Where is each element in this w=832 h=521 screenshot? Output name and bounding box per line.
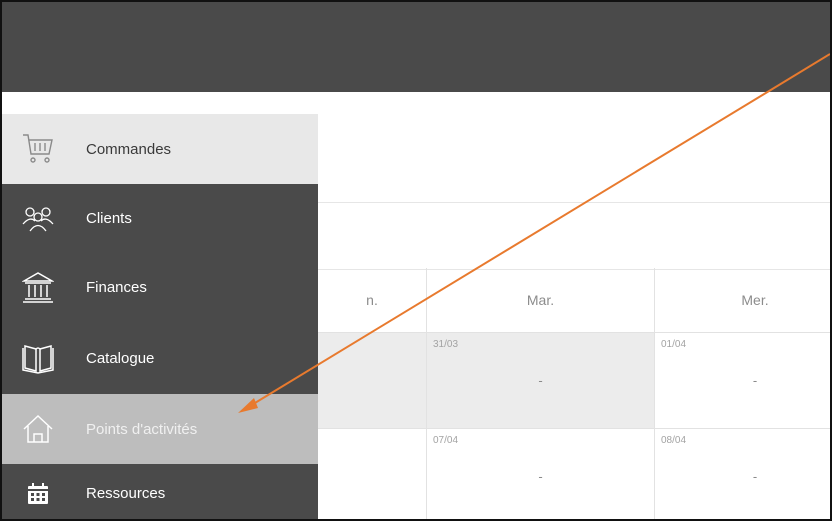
top-header-bar xyxy=(2,2,830,92)
calendar-icon xyxy=(16,476,60,512)
sidebar-item-label: Catalogue xyxy=(86,349,155,367)
sidebar-item-label: Clients xyxy=(86,209,132,227)
calendar-header-tue: Mar. xyxy=(427,268,655,333)
calendar-cell-date: 08/04 xyxy=(661,435,687,446)
calendar-cell[interactable]: 08/04 - xyxy=(655,429,830,519)
calendar-cell-date: 31/03 xyxy=(433,339,459,350)
sidebar-nav: Commandes Clients Finances Catalogue Poi… xyxy=(2,114,318,519)
calendar-cell[interactable]: 07/04 - xyxy=(427,429,655,519)
book-icon xyxy=(16,340,60,376)
calendar-cell-value: - xyxy=(752,469,758,484)
sidebar-item-ressources[interactable]: Ressources xyxy=(2,464,318,519)
calendar-header-mon: n. xyxy=(318,268,427,333)
calendar-toolbar xyxy=(318,202,830,270)
calendar-header-label: Mar. xyxy=(526,292,555,308)
calendar-cell-date: 01/04 xyxy=(661,339,687,350)
calendar-cell-value: - xyxy=(538,373,543,388)
calendar-cell-date: 07/04 xyxy=(433,435,459,446)
sidebar-item-label: Commandes xyxy=(86,140,172,158)
calendar-cell[interactable] xyxy=(318,333,427,429)
app-window: n. Mar. Mer. 31/03 - 01/04 - 07/04 - 08/… xyxy=(0,0,832,521)
calendar-cell[interactable]: 31/03 - xyxy=(427,333,655,429)
calendar-header-wed: Mer. xyxy=(655,268,830,333)
sidebar-item-finances[interactable]: Finances xyxy=(2,252,318,322)
calendar-cell[interactable]: 01/04 - xyxy=(655,333,830,429)
calendar-cell-value: - xyxy=(538,469,543,484)
sidebar-item-label: Points d'activités xyxy=(86,420,198,438)
calendar-header-label: Mer. xyxy=(741,292,769,308)
sidebar-item-clients[interactable]: Clients xyxy=(2,184,318,252)
sidebar-item-label: Ressources xyxy=(86,485,166,502)
bank-icon xyxy=(16,269,60,305)
users-icon xyxy=(16,200,60,236)
sidebar-item-commandes[interactable]: Commandes xyxy=(2,114,318,184)
calendar-cell-value: - xyxy=(752,373,758,388)
calendar-cell[interactable] xyxy=(318,429,427,519)
sidebar-item-points-activites[interactable]: Points d'activités xyxy=(2,394,318,464)
sidebar-item-catalogue[interactable]: Catalogue xyxy=(2,322,318,394)
sidebar-item-label: Finances xyxy=(86,278,147,296)
calendar-grid: n. Mar. Mer. 31/03 - 01/04 - 07/04 - 08/… xyxy=(318,268,830,519)
home-icon xyxy=(16,411,60,447)
cart-icon xyxy=(16,131,60,167)
calendar-header-label: n. xyxy=(366,292,378,308)
